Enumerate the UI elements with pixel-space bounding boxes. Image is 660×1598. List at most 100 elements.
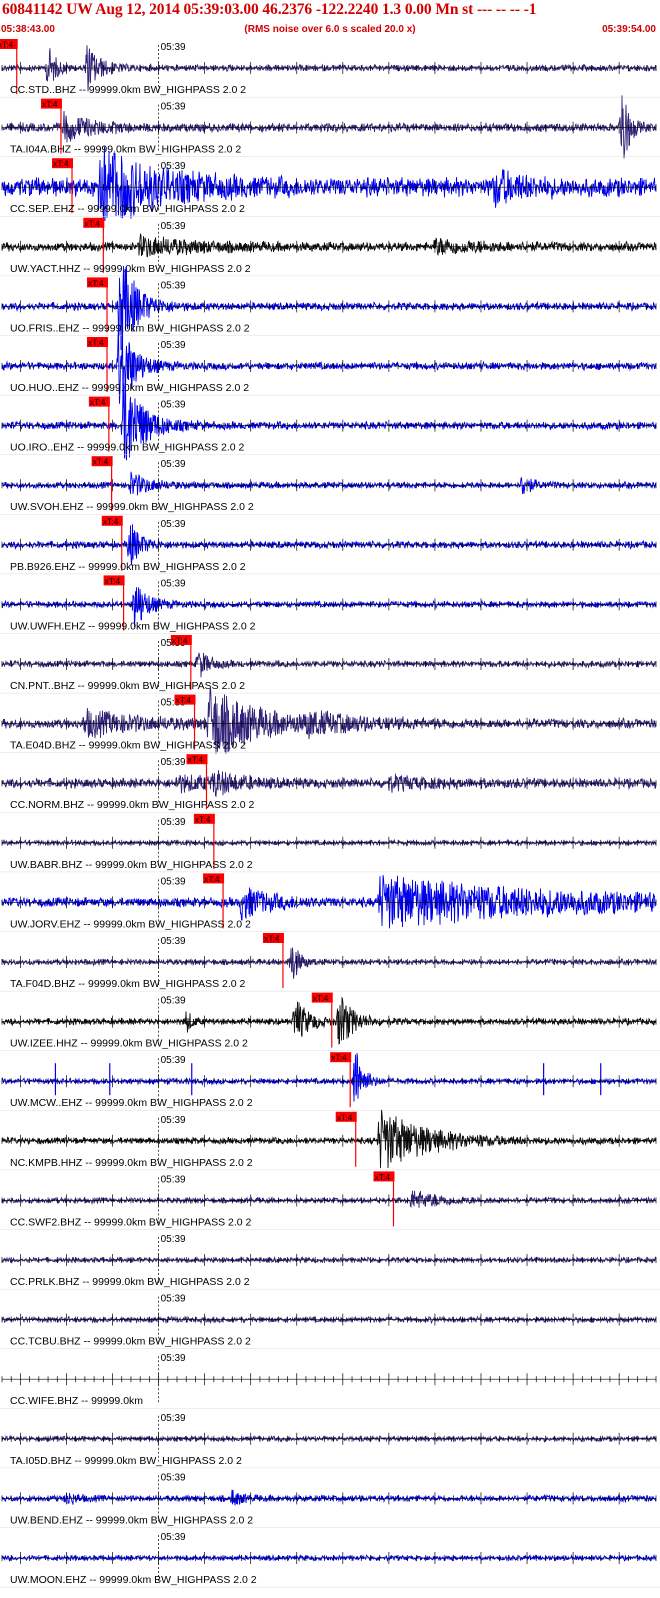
trace-15: 05:39 xT:4 UW.JORV.EHZ -- 99999.0km BW_HIG… [0, 873, 660, 932]
pick-label: xT:4 [195, 814, 211, 824]
trace-14: 05:39 xT:4 UW.BABR.BHZ -- 99999.0km BW_HIG… [0, 813, 660, 873]
pick-label: xT:4 [42, 99, 58, 109]
seismogram-plot: 05:39xT:4CC.STD..BHZ -- 99999.0km BW_HIG… [0, 39, 660, 1588]
minute-label: 05:39 [161, 936, 186, 947]
minute-label: 05:39 [161, 1413, 186, 1424]
trace-19: 05:39 xT:4 NC.KMPB.HHZ -- 99999.0km BW_HIG… [0, 1109, 660, 1171]
station-label: UO.HUO..EHZ -- 99999.0km BW_HIGHPASS 2.0… [10, 382, 249, 394]
pick-label: xT:4 [187, 755, 203, 765]
station-label: CC.NORM.BHZ -- 99999.0km BW_HIGHPASS 2.0… [10, 799, 254, 811]
trace-20: 05:39 xT:4 CC.SWF2.BHZ -- 99999.0km BW_HIG… [0, 1171, 660, 1230]
trace-21: 05:39 CC.PRLK.BHZ -- 99999.0km BW_HIGHPAS… [0, 1234, 660, 1290]
waveform [1, 1489, 657, 1506]
pick-label: xT:4 [172, 636, 188, 646]
station-label: UO.IRO..EHZ -- 99999.0km BW_HIGHPASS 2.0… [10, 442, 245, 454]
station-label: CC.PRLK.BHZ -- 99999.0km BW_HIGHPASS 2.0… [10, 1276, 250, 1288]
trace-9: 05:39 xT:4 PB.B926.EHZ -- 99999.0km BW_HIG… [0, 515, 660, 575]
station-label: TA.I05D.BHZ -- 99999.0km BW_HIGHPASS 2.0… [10, 1455, 242, 1467]
minute-label: 05:39 [161, 340, 186, 351]
minute-label: 05:39 [161, 42, 186, 53]
minute-label: 05:39 [161, 519, 186, 530]
pick-label: xT:4 [374, 1172, 390, 1182]
pick-label: xT:4 [90, 397, 106, 407]
trace-18: 05:39 xT:4 UW.MCW..EHZ -- 99999.0km BW_HIG… [0, 1052, 660, 1111]
trace-4: 05:39 xT:4 UW.YACT.HHZ -- 99999.0km BW_HIG… [0, 217, 660, 277]
minute-label: 05:39 [161, 1532, 186, 1543]
pick-label: xT:4 [204, 874, 220, 884]
trace-17: 05:39 xT:4 UW.IZEE.HHZ -- 99999.0km BW_HIG… [0, 992, 660, 1051]
waveform [1, 1053, 657, 1102]
station-label: CC.TCBU.BHZ -- 99999.0km BW_HIGHPASS 2.0… [10, 1336, 251, 1348]
plot-header: 60841142 UW Aug 12, 2014 05:39:03.00 46.… [0, 0, 660, 38]
station-label: CC.SWF2.BHZ -- 99999.0km BW_HIGHPASS 2.0… [10, 1216, 252, 1228]
waveform [1, 471, 657, 496]
trace-10: 05:39 xT:4 UW.UWFH.EHZ -- 99999.0km BW_HIG… [0, 575, 660, 634]
pick-label: xT:4 [93, 457, 109, 467]
minute-label: 05:39 [161, 221, 186, 232]
minute-label: 05:39 [161, 400, 186, 411]
station-label: NC.KMPB.HHZ -- 99999.0km BW_HIGHPASS 2.0… [10, 1157, 253, 1169]
minute-label: 05:39 [161, 1472, 186, 1483]
station-label: PB.B926.EHZ -- 99999.0km BW_HIGHPASS 2.0… [10, 561, 246, 573]
trace-24: 05:39 TA.I05D.BHZ -- 99999.0km BW_HIGHPAS… [0, 1413, 660, 1469]
rms-note: (RMS noise over 6.0 s scaled 20.0 x) [244, 24, 416, 35]
station-label: UW.JORV.EHZ -- 99999.0km BW_HIGHPASS 2.0… [10, 918, 251, 930]
minute-label: 05:39 [161, 578, 186, 589]
pick-label: xT:4 [88, 278, 104, 288]
minute-label: 05:39 [161, 280, 186, 291]
station-label: UW.MCW..EHZ -- 99999.0km BW_HIGHPASS 2.0… [10, 1097, 253, 1109]
pick-label: xT:4 [337, 1112, 353, 1122]
minute-label: 05:39 [161, 102, 186, 113]
event-title: 60841142 UW Aug 12, 2014 05:39:03.00 46.… [2, 1, 537, 18]
waveform [1, 1190, 657, 1208]
station-label: CC.WIFE.BHZ -- 99999.0km [10, 1395, 143, 1407]
waveform [1, 232, 657, 258]
station-label: UW.BABR.BHZ -- 99999.0km BW_HIGHPASS 2.0… [10, 859, 253, 871]
station-label: TA.I04A.BHZ -- 99999.0km BW_HIGHPASS 2.0… [10, 144, 241, 156]
minute-label: 05:39 [161, 876, 186, 887]
trace-11: 05:39xT:4CN.PNT..BHZ -- 99999.0km BW_HIG… [0, 635, 660, 694]
station-label: UW.UWFH.EHZ -- 99999.0km BW_HIGHPASS 2.0… [10, 620, 256, 632]
station-label: UW.BEND.EHZ -- 99999.0km BW_HIGHPASS 2.0… [10, 1514, 253, 1526]
station-label: UW.IZEE.HHZ -- 99999.0km BW_HIGHPASS 2.0… [10, 1038, 248, 1050]
pick-label: xT:4 [331, 1053, 347, 1063]
pick-label: xT:4 [264, 934, 280, 944]
trace-1: 05:39 xT:4 CC.STD..BHZ -- 99999.0km BW_HIG… [0, 39, 660, 98]
pick-label: xT:4 [88, 338, 104, 348]
minute-label: 05:39 [161, 817, 186, 828]
end-time: 05:39:54.00 [602, 24, 656, 35]
trace-26: 05:39 UW.MOON.EHZ -- 99999.0km BW_HIGHPAS… [0, 1532, 660, 1588]
trace-8: 05:39 xT:4 UW.SVOH.EHZ -- 99999.0km BW_HIG… [0, 456, 660, 515]
minute-label: 05:39 [161, 1294, 186, 1305]
minute-label: 05:39 [161, 1234, 186, 1245]
minute-label: 05:39 [161, 161, 186, 172]
pick-label: xT:4 [0, 40, 14, 50]
pick-label: xT:4 [53, 159, 69, 169]
minute-label: 05:39 [161, 996, 186, 1007]
station-label: UW.MOON.EHZ -- 99999.0km BW_HIGHPASS 2.0… [10, 1574, 257, 1586]
minute-label: 05:39 [161, 757, 186, 768]
trace-22: 05:39 CC.TCBU.BHZ -- 99999.0km BW_HIGHPAS… [0, 1294, 660, 1349]
waveform [1, 652, 657, 678]
station-label: TA.F04D.BHZ -- 99999.0km BW_HIGHPASS 2.0… [10, 978, 246, 990]
pick-label: xT:4 [105, 576, 121, 586]
minute-label: 05:39 [161, 1353, 186, 1364]
station-label: TA.E04D.BHZ -- 99999.0km BW_HIGHPASS 2.0… [10, 740, 246, 752]
waveform [1, 947, 657, 979]
station-label: UO.FRIS..EHZ -- 99999.0km BW_HIGHPASS 2.… [10, 322, 250, 334]
trace-16: 05:39 xT:4 TA.F04D.BHZ -- 99999.0km BW_HIG… [0, 933, 660, 992]
minute-label: 05:39 [161, 1174, 186, 1185]
trace-13: 05:39 xT:4 CC.NORM.BHZ -- 99999.0km BW_HIG… [0, 754, 660, 813]
pick-label: xT:4 [176, 695, 192, 705]
minute-label: 05:39 [161, 1115, 186, 1126]
station-label: CC.STD..BHZ -- 99999.0km BW_HIGHPASS 2.0… [10, 84, 246, 96]
station-label: UW.SVOH.EHZ -- 99999.0km BW_HIGHPASS 2.0… [10, 501, 254, 513]
minute-label: 05:39 [161, 1055, 186, 1066]
station-label: UW.YACT.HHZ -- 99999.0km BW_HIGHPASS 2.0… [10, 263, 251, 275]
minute-label: 05:39 [161, 459, 186, 470]
pick-label: xT:4 [103, 516, 119, 526]
trace-25: 05:39 UW.BEND.EHZ -- 99999.0km BW_HIGHPAS… [0, 1472, 660, 1528]
trace-23: 05:39 CC.WIFE.BHZ -- 99999.0km [0, 1353, 660, 1409]
trace-2: 05:39 xT:4 TA.I04A.BHZ -- 99999.0km BW_HIG… [0, 95, 660, 159]
trace-12: 05:39xT:4TA.E04D.BHZ -- 99999.0km BW_HIG… [0, 685, 660, 754]
